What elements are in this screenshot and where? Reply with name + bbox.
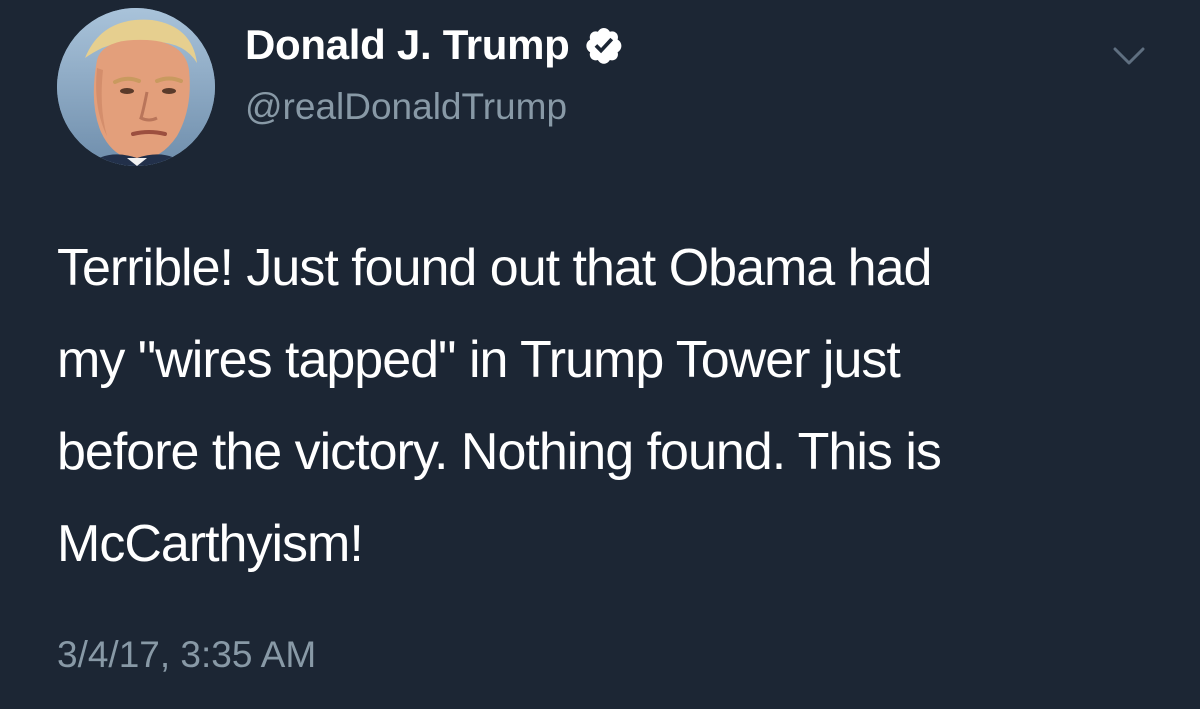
author-name-row[interactable]: Donald J. Trump: [245, 20, 624, 70]
verified-badge-icon: [582, 24, 624, 66]
avatar-portrait: [57, 8, 215, 166]
avatar[interactable]: [57, 8, 215, 166]
author-handle[interactable]: @realDonaldTrump: [245, 84, 567, 130]
chevron-down-icon[interactable]: [1105, 35, 1153, 75]
tweet-text: Terrible! Just found out that Obama had …: [57, 239, 942, 573]
author-display-name[interactable]: Donald J. Trump: [245, 20, 570, 70]
tweet-timestamp[interactable]: 3/4/17, 3:35 AM: [57, 630, 316, 680]
